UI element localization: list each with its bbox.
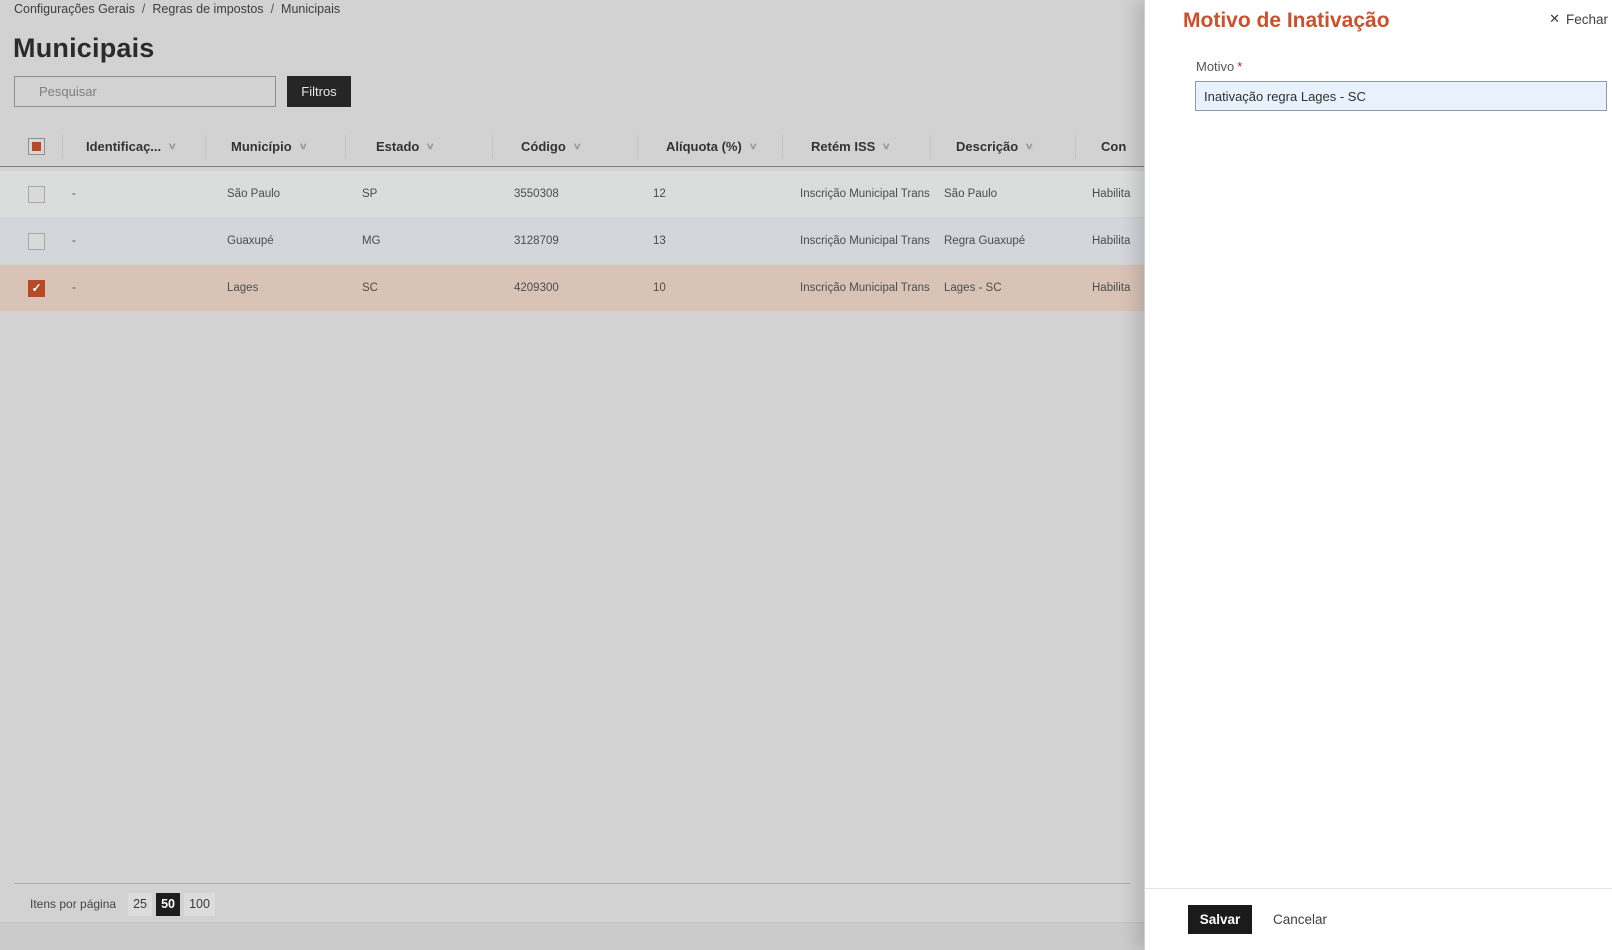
chevron-down-icon: ∨ bbox=[298, 141, 308, 151]
column-header-retem-iss[interactable]: Retém ISS ∨ bbox=[782, 134, 930, 159]
chevron-down-icon: ∨ bbox=[426, 141, 436, 151]
cancel-button[interactable]: Cancelar bbox=[1273, 905, 1327, 934]
panel-title: Motivo de Inativação bbox=[1183, 9, 1390, 32]
motivo-field-label: Motivo * bbox=[1196, 59, 1243, 74]
motivo-input[interactable] bbox=[1195, 81, 1607, 111]
row-checkbox[interactable] bbox=[28, 185, 45, 203]
items-per-page: Itens por página 25 50 100 bbox=[30, 892, 215, 916]
breadcrumb-regras-de-impostos[interactable]: Regras de impostos bbox=[152, 2, 263, 16]
inactivation-reason-panel: Motivo de Inativação ✕ Fechar Motivo* Sa… bbox=[1144, 0, 1612, 950]
close-panel-button[interactable]: ✕ Fechar bbox=[1549, 11, 1608, 27]
chevron-down-icon: ∨ bbox=[572, 141, 582, 151]
breadcrumb-separator: / bbox=[270, 2, 275, 16]
chevron-down-icon: ∨ bbox=[748, 141, 758, 151]
items-per-page-label: Itens por página bbox=[30, 897, 117, 911]
column-header-estado[interactable]: Estado ∨ bbox=[345, 134, 492, 159]
column-header-aliquota[interactable]: Alíquota (%) ∨ bbox=[637, 134, 782, 159]
page-size-25-button[interactable]: 25 bbox=[128, 892, 153, 916]
chevron-down-icon: ∨ bbox=[881, 141, 892, 151]
municipal-rules-table: Identificaç... ∨ Município ∨ Estado ∨ Có… bbox=[0, 127, 1290, 311]
header-select-all-cell bbox=[0, 135, 62, 159]
column-header-descricao[interactable]: Descrição ∨ bbox=[930, 134, 1075, 159]
page-size-100-button[interactable]: 100 bbox=[184, 892, 215, 916]
footer-divider bbox=[14, 883, 1130, 884]
chevron-down-icon: ∨ bbox=[167, 141, 178, 151]
breadcrumb-separator: / bbox=[141, 2, 146, 16]
chevron-down-icon: ∨ bbox=[1024, 141, 1035, 151]
breadcrumb: Configurações Gerais / Regras de imposto… bbox=[14, 2, 340, 16]
bottom-strip bbox=[0, 922, 1144, 950]
row-checkbox[interactable] bbox=[28, 279, 45, 297]
row-checkbox[interactable] bbox=[28, 232, 45, 250]
table-row-guaxupe[interactable]: - Guaxupé MG 3128709 13 Inscrição Munici… bbox=[0, 218, 1290, 264]
search-input[interactable] bbox=[14, 76, 276, 107]
page-size-50-button[interactable]: 50 bbox=[156, 892, 181, 916]
table-header-row: Identificaç... ∨ Município ∨ Estado ∨ Có… bbox=[0, 127, 1290, 167]
breadcrumb-configuracoes-gerais[interactable]: Configurações Gerais bbox=[14, 2, 135, 16]
page-title: Municipais bbox=[13, 33, 155, 63]
panel-footer-divider bbox=[1145, 888, 1612, 889]
save-button[interactable]: Salvar bbox=[1188, 905, 1252, 934]
column-header-codigo[interactable]: Código ∨ bbox=[492, 134, 637, 159]
breadcrumb-municipais[interactable]: Municipais bbox=[281, 2, 340, 16]
close-icon: ✕ bbox=[1549, 11, 1560, 26]
required-marker: * bbox=[1237, 59, 1243, 74]
table-row-lages-selected[interactable]: - Lages SC 4209300 10 Inscrição Municipa… bbox=[0, 265, 1290, 311]
table-row-sao-paulo[interactable]: - São Paulo SP 3550308 12 Inscrição Muni… bbox=[0, 171, 1290, 217]
column-header-identificacao[interactable]: Identificaç... ∨ bbox=[62, 134, 205, 159]
filters-button[interactable]: Filtros bbox=[287, 76, 351, 107]
select-all-checkbox[interactable] bbox=[28, 138, 45, 155]
column-header-municipio[interactable]: Município ∨ bbox=[205, 134, 345, 159]
